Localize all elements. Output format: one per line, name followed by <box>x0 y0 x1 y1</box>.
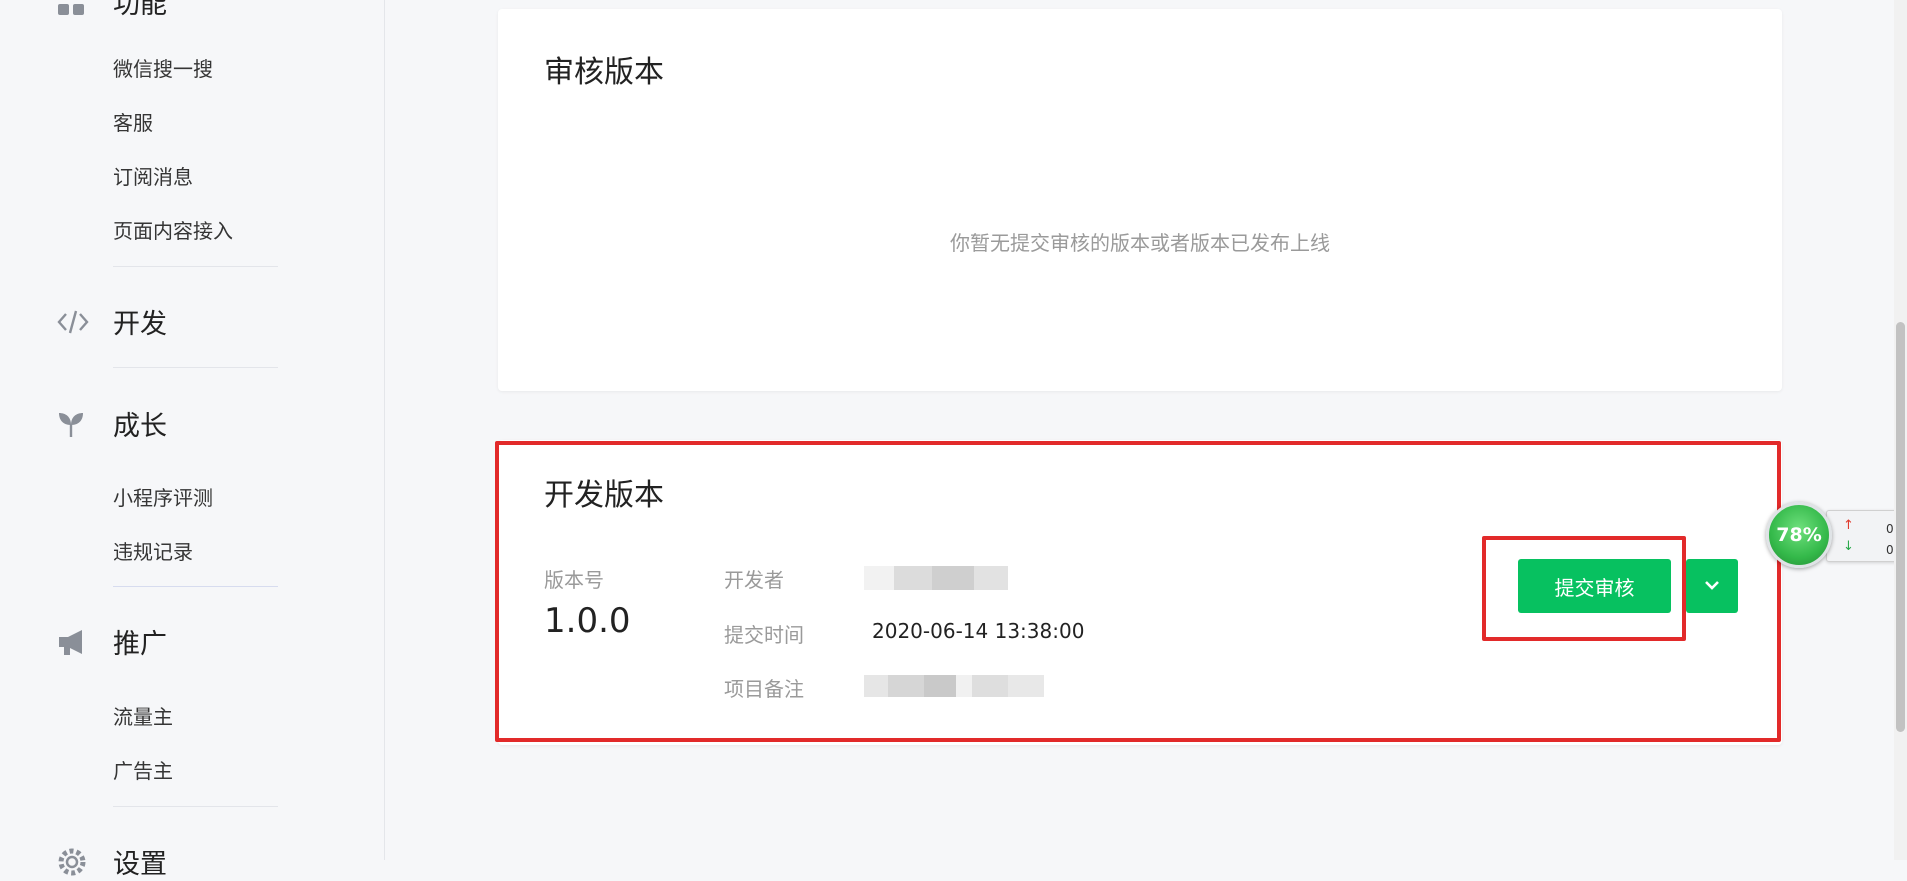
sidebar-group-function[interactable]: 功能 <box>56 0 167 21</box>
sidebar-divider <box>113 367 278 368</box>
review-version-title: 审核版本 <box>544 55 664 90</box>
redacted-remark <box>864 675 1044 697</box>
scrollbar-track[interactable] <box>1894 0 1907 860</box>
sidebar-item-mini-program-review[interactable]: 小程序评测 <box>113 482 213 511</box>
redacted-developer <box>864 566 1008 590</box>
sidebar-group-develop[interactable]: 开发 <box>56 302 167 341</box>
review-version-card: 审核版本 你暂无提交审核的版本或者版本已发布上线 <box>498 9 1782 391</box>
sidebar-group-label: 开发 <box>113 309 167 340</box>
sidebar-item-customer-service[interactable]: 客服 <box>113 107 153 136</box>
sidebar-item-violation-record[interactable]: 违规记录 <box>113 536 193 565</box>
megaphone-icon <box>56 627 92 657</box>
memory-usage-ball[interactable]: 78% <box>1766 502 1832 568</box>
sidebar-group-label: 推广 <box>113 629 167 660</box>
sidebar-item-page-content[interactable]: 页面内容接入 <box>113 215 233 244</box>
sidebar-divider <box>113 266 278 267</box>
upload-arrow-icon: ↑ <box>1843 518 1854 533</box>
submit-time-label: 提交时间 <box>724 623 804 647</box>
sidebar-group-label: 设置 <box>113 849 167 880</box>
sidebar-group-settings[interactable]: 设置 <box>56 842 167 881</box>
scrollbar-thumb[interactable] <box>1896 322 1905 732</box>
developer-label: 开发者 <box>724 568 784 592</box>
sidebar-group-growth[interactable]: 成长 <box>56 404 167 443</box>
sprout-icon <box>56 409 92 439</box>
sidebar-divider <box>113 586 278 587</box>
sidebar-divider <box>113 806 278 807</box>
more-options-dropdown[interactable] <box>1686 559 1738 613</box>
submit-time-value: 2020-06-14 13:38:00 <box>872 619 1085 643</box>
remark-label: 项目备注 <box>724 677 804 701</box>
sidebar-item-subscribe-message[interactable]: 订阅消息 <box>113 161 193 190</box>
sidebar-item-advertiser[interactable]: 广告主 <box>113 755 173 784</box>
download-arrow-icon: ↓ <box>1843 539 1854 554</box>
network-speed-widget[interactable]: 78% ↑ 0K/s ↓ 0K/s <box>1766 502 1907 570</box>
sidebar-group-label: 功能 <box>113 0 167 20</box>
gear-icon <box>56 847 92 877</box>
submit-review-button[interactable]: 提交审核 <box>1518 559 1671 613</box>
chevron-down-icon <box>1702 577 1722 596</box>
sidebar-group-label: 成长 <box>113 411 167 442</box>
version-number: 1.0.0 <box>544 601 631 641</box>
sidebar-group-promotion[interactable]: 推广 <box>56 622 167 661</box>
code-icon <box>56 307 92 337</box>
sidebar-item-wechat-search[interactable]: 微信搜一搜 <box>113 53 213 82</box>
sidebar: 功能 微信搜一搜 客服 订阅消息 页面内容接入 开发 成长 小程序评测 违规记录… <box>0 0 385 880</box>
version-label: 版本号 <box>544 568 604 592</box>
empty-state-text: 你暂无提交审核的版本或者版本已发布上线 <box>950 231 1330 255</box>
grid-icon <box>56 0 92 17</box>
sidebar-item-traffic-owner[interactable]: 流量主 <box>113 701 173 730</box>
